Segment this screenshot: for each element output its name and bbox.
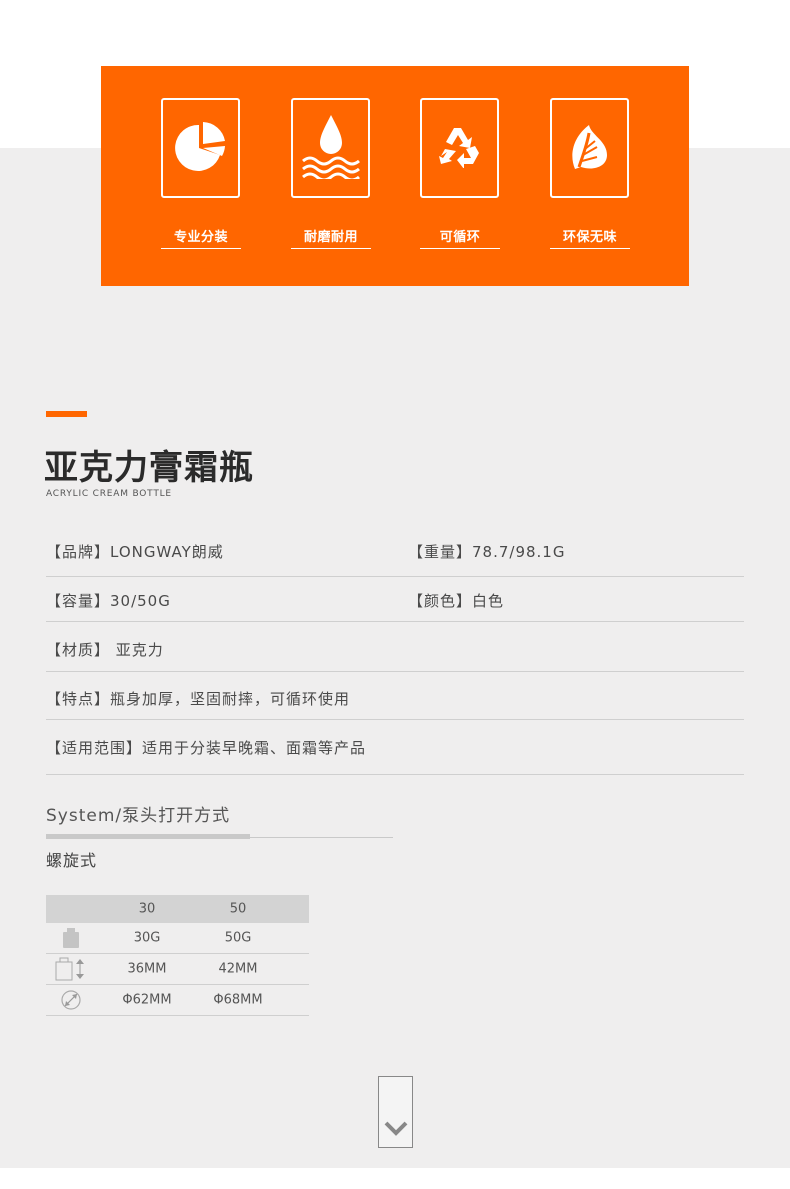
spec-features: 【特点】瓶身加厚，坚固耐摔，可循环使用 bbox=[46, 690, 351, 708]
table-cell: Φ62MM bbox=[122, 992, 172, 1008]
scroll-down-button[interactable] bbox=[378, 1076, 413, 1148]
feature-icon-box bbox=[291, 98, 370, 198]
spec-brand: 【品牌】LONGWAY朗威 bbox=[46, 543, 224, 561]
table-row: Φ62MM Φ68MM bbox=[46, 985, 309, 1016]
feature-panel: 专业分装 耐磨耐用 可循环 环保无味 bbox=[101, 66, 689, 286]
feature-label: 专业分装 bbox=[161, 226, 241, 249]
table-cell: 36MM bbox=[127, 961, 167, 977]
chevron-down-icon bbox=[384, 1121, 408, 1141]
spec-row: 【品牌】LONGWAY朗威 【重量】78.7/98.1G bbox=[46, 541, 744, 577]
table-cell: Φ68MM bbox=[213, 992, 263, 1008]
spec-color: 【颜色】白色 bbox=[408, 592, 505, 610]
spec-weight: 【重量】78.7/98.1G bbox=[408, 543, 566, 561]
size-table: 30 50 30G 50G 36MM 42MM Φ62MM Φ68MM bbox=[46, 895, 309, 1016]
feature-label: 耐磨耐用 bbox=[291, 226, 371, 249]
table-row: 36MM 42MM bbox=[46, 954, 309, 985]
opening-type: 螺旋式 bbox=[46, 851, 98, 870]
feature-icon-box bbox=[550, 98, 629, 198]
spec-material: 【材质】 亚克力 bbox=[46, 641, 164, 659]
spec-row: 【容量】30/50G 【颜色】白色 bbox=[46, 590, 744, 622]
bottle-height-icon bbox=[55, 957, 87, 981]
pie-chart-icon bbox=[174, 120, 227, 176]
feature-durable: 耐磨耐用 bbox=[291, 98, 371, 249]
product-title: 亚克力膏霜瓶 bbox=[44, 448, 254, 488]
header-30: 30 bbox=[138, 901, 156, 917]
feature-recyclable: 可循环 bbox=[420, 98, 500, 249]
spec-capacity: 【容量】30/50G bbox=[46, 592, 171, 610]
leaf-icon bbox=[567, 119, 613, 177]
feature-label: 环保无味 bbox=[550, 226, 630, 249]
table-cell: 42MM bbox=[218, 961, 258, 977]
feature-icon-box bbox=[420, 98, 499, 198]
bottom-background bbox=[0, 1168, 790, 1189]
system-title: System/泵头打开方式 bbox=[46, 806, 231, 826]
accent-bar bbox=[46, 411, 87, 417]
diameter-icon bbox=[60, 989, 82, 1011]
header-50: 50 bbox=[229, 901, 247, 917]
water-drop-icon bbox=[299, 113, 363, 183]
table-cell: 30G bbox=[133, 930, 161, 946]
table-header: 30 50 bbox=[46, 895, 309, 923]
table-cell: 50G bbox=[224, 930, 252, 946]
product-subtitle: ACRYLIC CREAM BOTTLE bbox=[46, 489, 172, 499]
feature-label: 可循环 bbox=[420, 226, 500, 249]
feature-professional: 专业分装 bbox=[161, 98, 241, 249]
table-row: 30G 50G bbox=[46, 923, 309, 954]
divider-accent bbox=[46, 834, 250, 839]
feature-eco: 环保无味 bbox=[550, 98, 630, 249]
feature-icon-box bbox=[161, 98, 240, 198]
spec-row: 【材质】 亚克力 bbox=[46, 639, 744, 672]
recycle-icon bbox=[437, 124, 483, 172]
spec-row: 【特点】瓶身加厚，坚固耐摔，可循环使用 bbox=[46, 688, 744, 720]
spec-scope: 【适用范围】适用于分装早晚霜、面霜等产品 bbox=[46, 739, 367, 757]
bottle-weight-icon bbox=[61, 927, 81, 949]
spec-row: 【适用范围】适用于分装早晚霜、面霜等产品 bbox=[46, 737, 744, 775]
